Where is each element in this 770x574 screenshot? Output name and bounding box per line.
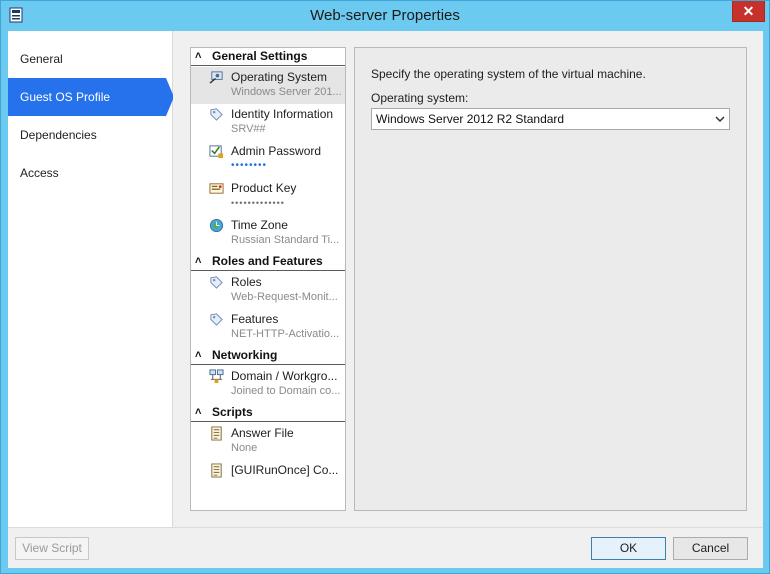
setting-value: None <box>231 442 258 454</box>
window-title: Web-server Properties <box>310 7 460 24</box>
collapse-chevron-icon[interactable]: ˄ <box>195 253 201 270</box>
cancel-button[interactable]: Cancel <box>673 537 748 560</box>
operating-system-value: Windows Server 2012 R2 Standard <box>376 112 565 126</box>
group-header-scripts[interactable]: ˄ Scripts <box>191 404 345 422</box>
collapse-chevron-icon[interactable]: ˄ <box>195 48 201 65</box>
setting-label: Operating System <box>231 70 328 84</box>
collapse-chevron-icon[interactable]: ˄ <box>195 404 201 421</box>
main-area: ˄ General Settings Operating System Wind… <box>173 31 763 527</box>
view-script-button[interactable]: View Script <box>15 537 89 560</box>
tag-icon <box>210 276 223 289</box>
setting-value: Joined to Domain co... <box>231 385 341 397</box>
detail-panel: Specify the operating system of the virt… <box>354 47 747 511</box>
operating-system-dropdown[interactable]: Windows Server 2012 R2 Standard <box>371 108 730 130</box>
group-header-networking[interactable]: ˄ Networking <box>191 347 345 365</box>
setting-guirunonce-commands[interactable]: [GUIRunOnce] Co... <box>191 460 345 497</box>
group-header-label: Networking <box>212 348 278 362</box>
title-bar[interactable]: Web-server Properties ✕ <box>1 1 769 31</box>
setting-operating-system[interactable]: Operating System Windows Server 201... <box>191 67 345 104</box>
setting-value: •••••••• <box>231 160 268 171</box>
setting-admin-password[interactable]: Admin Password •••••••• <box>191 141 345 178</box>
operating-system-label: Operating system: <box>371 91 469 105</box>
collapse-chevron-icon[interactable]: ˄ <box>195 347 201 364</box>
setting-label: Product Key <box>231 181 297 195</box>
nav-item-label: Dependencies <box>20 128 97 142</box>
ok-button[interactable]: OK <box>591 537 666 560</box>
setting-label: Domain / Workgro... <box>231 369 338 383</box>
nav-item-label: General <box>20 52 63 66</box>
setting-value: ••••••••••••• <box>231 198 285 208</box>
setting-domain-workgroup[interactable]: Domain / Workgro... Joined to Domain co.… <box>191 366 345 403</box>
group-header-label: Scripts <box>212 405 253 419</box>
key-icon <box>209 183 224 194</box>
group-header-label: Roles and Features <box>212 254 323 268</box>
tag-icon <box>210 108 223 121</box>
setting-label: Answer File <box>231 426 294 440</box>
setting-roles[interactable]: Roles Web-Request-Monit... <box>191 272 345 309</box>
setting-time-zone[interactable]: Time Zone Russian Standard Ti... <box>191 215 345 252</box>
tag-icon <box>210 313 223 326</box>
group-header-label: General Settings <box>212 49 308 63</box>
nav-item-general[interactable]: General <box>8 40 173 78</box>
setting-label: Admin Password <box>231 144 322 158</box>
setting-label: [GUIRunOnce] Co... <box>231 463 339 477</box>
setting-label: Features <box>231 312 279 326</box>
group-header-roles-and-features[interactable]: ˄ Roles and Features <box>191 253 345 271</box>
script-icon <box>211 426 222 441</box>
password-icon <box>209 145 224 159</box>
dialog-footer: View Script OK Cancel <box>8 527 763 568</box>
view-script-label: View Script <box>22 541 82 555</box>
group-header-general-settings[interactable]: ˄ General Settings <box>191 48 345 66</box>
setting-identity-information[interactable]: Identity Information SRV## <box>191 104 345 141</box>
nav-item-dependencies[interactable]: Dependencies <box>8 116 173 154</box>
left-navigation: General Guest OS Profile Dependencies Ac… <box>8 31 173 527</box>
dialog-client: General Guest OS Profile Dependencies Ac… <box>8 31 763 568</box>
network-icon <box>209 369 224 384</box>
close-icon: ✕ <box>742 3 755 19</box>
setting-value: SRV## <box>231 123 266 135</box>
close-button[interactable]: ✕ <box>732 1 765 22</box>
cancel-label: Cancel <box>691 541 730 555</box>
ok-label: OK <box>619 541 638 555</box>
properties-window: Web-server Properties ✕ General Guest OS… <box>0 0 770 574</box>
os-icon <box>209 71 223 84</box>
setting-value: Windows Server 201... <box>231 86 341 98</box>
setting-answer-file[interactable]: Answer File None <box>191 423 345 460</box>
globe-icon <box>209 218 224 233</box>
setting-label: Identity Information <box>231 107 334 121</box>
setting-features[interactable]: Features NET-HTTP-Activatio... <box>191 309 345 346</box>
setting-value: Web-Request-Monit... <box>231 291 338 303</box>
settings-list[interactable]: ˄ General Settings Operating System Wind… <box>190 47 346 511</box>
setting-label: Roles <box>231 275 262 289</box>
setting-value: Russian Standard Ti... <box>231 234 340 246</box>
nav-item-access[interactable]: Access <box>8 154 173 192</box>
setting-value: NET-HTTP-Activatio... <box>231 328 340 340</box>
nav-item-label: Guest OS Profile <box>20 90 111 104</box>
chevron-down-icon[interactable] <box>715 114 725 124</box>
setting-label: Time Zone <box>231 218 288 232</box>
detail-description: Specify the operating system of the virt… <box>371 67 646 81</box>
script-icon <box>211 463 222 478</box>
setting-product-key[interactable]: Product Key ••••••••••••• <box>191 178 345 215</box>
nav-item-guest-os-profile[interactable]: Guest OS Profile <box>8 78 166 116</box>
nav-item-label: Access <box>20 166 59 180</box>
